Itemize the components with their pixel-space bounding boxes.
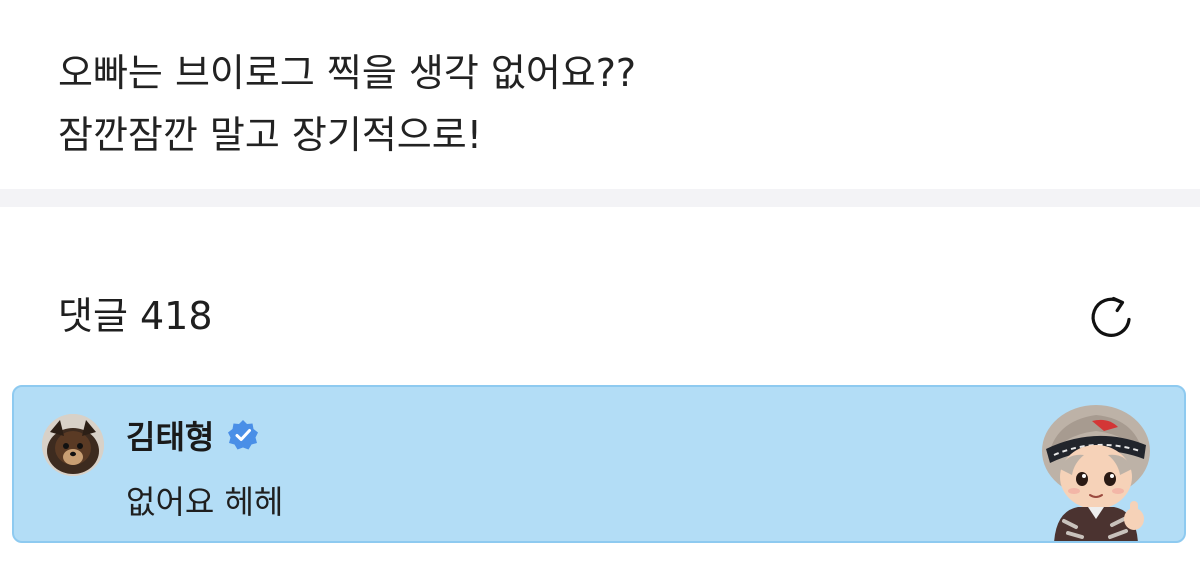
comment-author-name[interactable]: 김태형: [126, 412, 214, 458]
section-divider: [0, 189, 1200, 207]
comment-author-row: 김태형: [126, 409, 260, 461]
highlighted-comment: 김태형 없어요 헤헤: [12, 385, 1186, 543]
refresh-button[interactable]: [1082, 288, 1140, 346]
post-text-line-1: 오빠는 브이로그 찍을 생각 없어요??: [58, 51, 637, 95]
comment-text: 없어요 헤헤: [126, 483, 284, 521]
comments-header: 댓글 418: [58, 286, 1140, 350]
post-text-line-2: 잠깐잠깐 말고 장기적으로!: [58, 113, 482, 157]
refresh-icon: [1091, 296, 1131, 337]
verified-badge-icon: [228, 420, 259, 450]
author-avatar[interactable]: [42, 414, 104, 476]
character-sticker: [1042, 405, 1150, 541]
comments-count-title: 댓글 418: [58, 294, 213, 338]
post-body: 오빠는 브이로그 찍을 생각 없어요?? 잠깐잠깐 말고 장기적으로!: [58, 42, 1158, 166]
